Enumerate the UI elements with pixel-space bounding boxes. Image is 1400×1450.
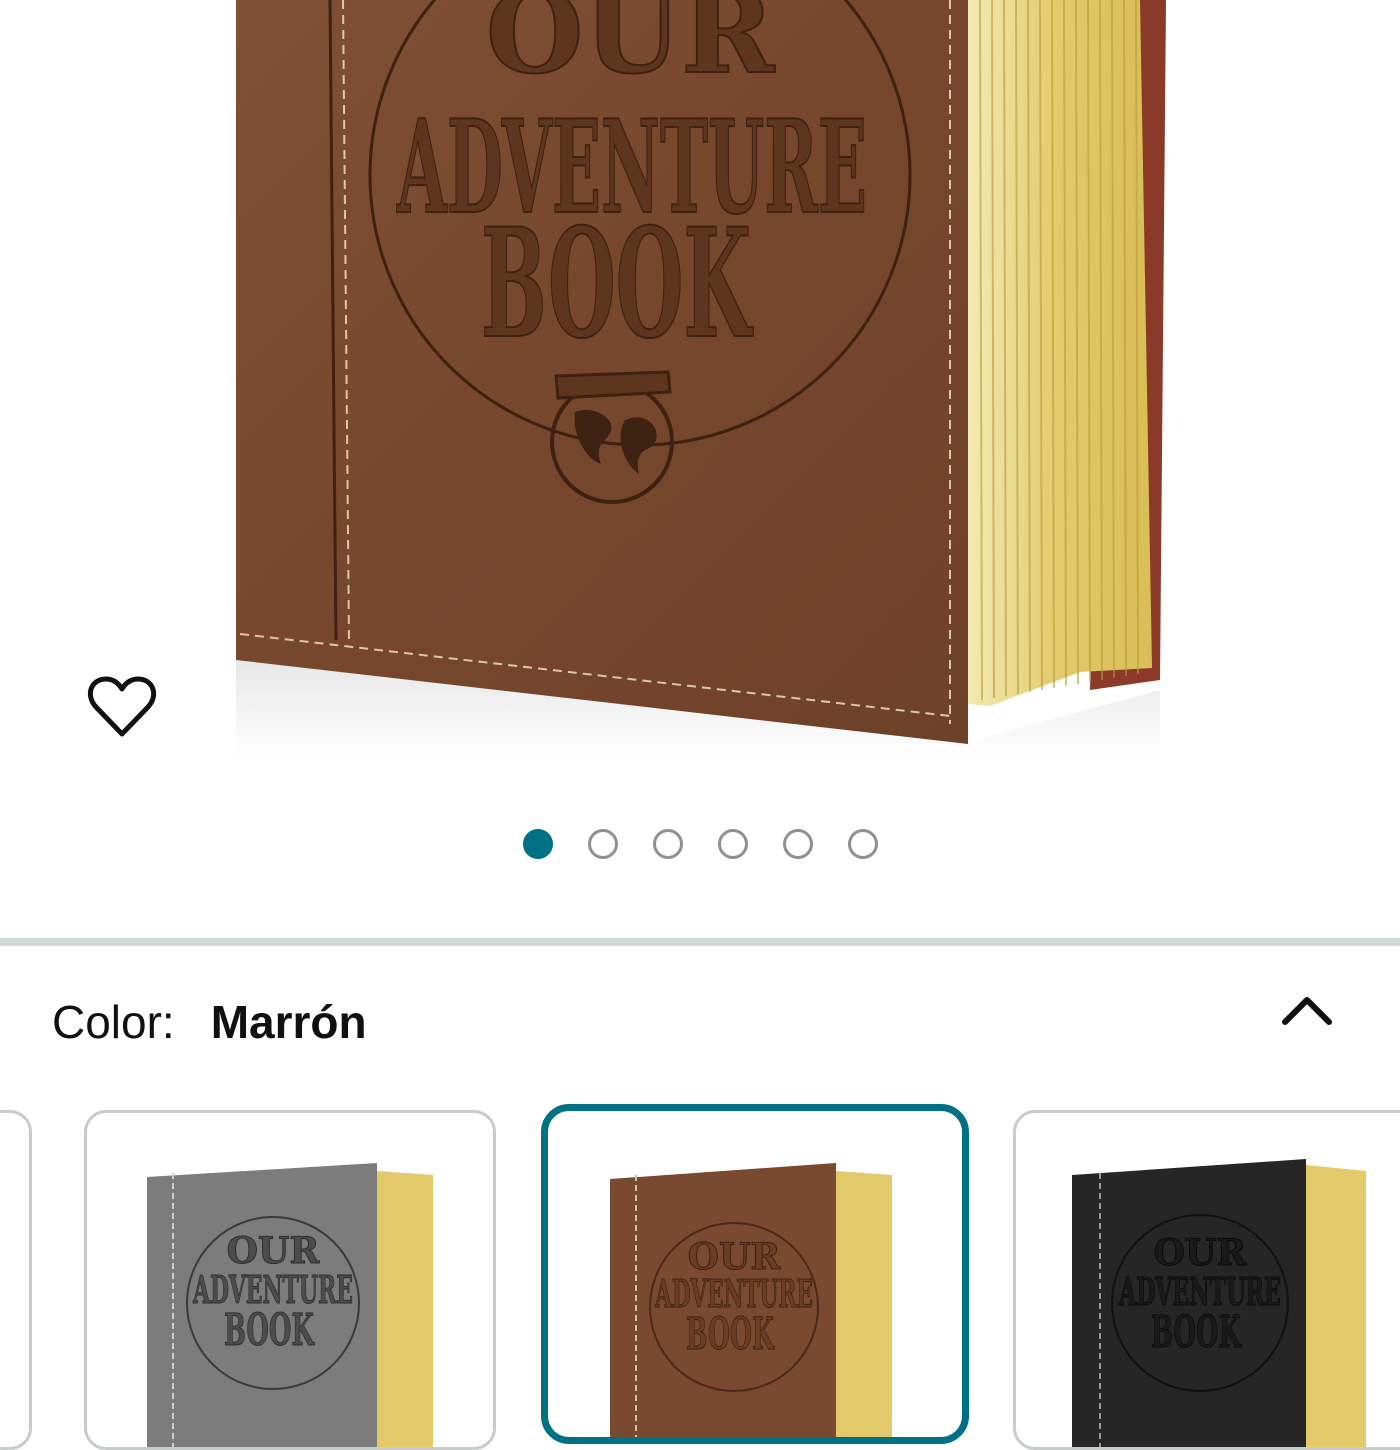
swatch-brown-text-book: BOOK [686,1309,775,1360]
carousel-dot-1[interactable] [523,829,553,859]
color-swatch-partial[interactable] [0,1110,32,1450]
color-label: Color: [52,996,175,1048]
carousel-dot-2[interactable] [588,829,618,859]
swatch-grey-text-book: BOOK [224,1305,315,1356]
product-image[interactable]: OUR ADVENTURE BOOK [0,0,1400,800]
color-swatch-black[interactable]: OUR ADVENTURE BOOK [1013,1110,1400,1450]
product-image-graphic: OUR ADVENTURE BOOK [236,0,1166,760]
brown-book-thumbnail: OUR ADVENTURE BOOK [610,1163,892,1437]
carousel-dot-4[interactable] [718,829,748,859]
black-book-thumbnail: OUR ADVENTURE BOOK [1072,1159,1366,1447]
carousel-dot-5[interactable] [783,829,813,859]
collapse-variations-button[interactable] [1272,980,1342,1040]
swatch-black-text-our: OUR [1154,1232,1248,1274]
wishlist-button[interactable] [84,668,160,744]
carousel-dot-6[interactable] [848,829,878,859]
color-swatch-grey[interactable]: OUR ADVENTURE BOOK [84,1110,496,1450]
grey-book-thumbnail: OUR ADVENTURE BOOK [147,1163,433,1447]
cover-text-our: OUR [486,0,775,99]
color-selected-value: Marrón [210,996,367,1048]
color-swatch-brown[interactable]: OUR ADVENTURE BOOK [541,1104,969,1444]
section-divider [0,938,1400,946]
carousel-dot-3[interactable] [653,829,683,859]
chevron-up-icon [1282,997,1332,1025]
swatch-black-text-book: BOOK [1151,1307,1242,1358]
cover-text-book: BOOK [481,196,753,372]
image-carousel-indicators [0,829,1400,865]
color-variation-header: Color: Marrón [52,992,367,1052]
swatch-grey-text-our: OUR [227,1230,321,1272]
heart-outline-icon [87,676,157,737]
